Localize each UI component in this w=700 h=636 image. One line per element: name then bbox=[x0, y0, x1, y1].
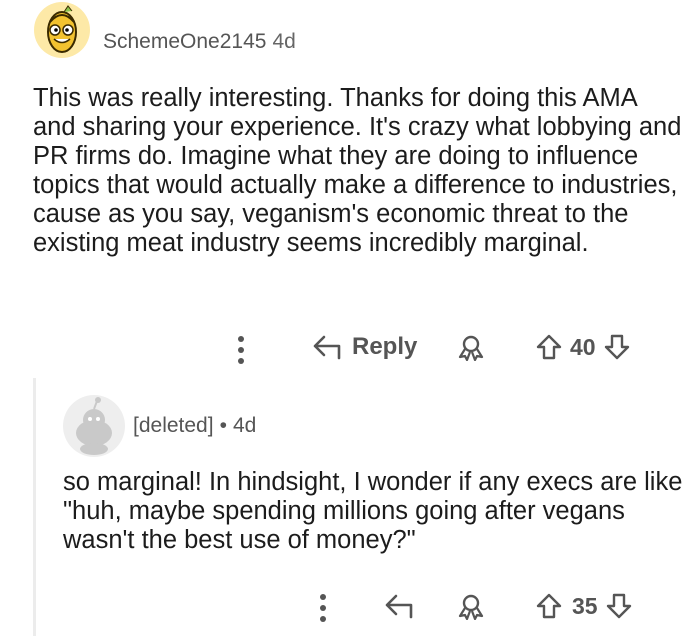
downvote-icon[interactable] bbox=[604, 592, 634, 620]
reply-label: Reply bbox=[352, 333, 418, 360]
vote-score: 40 bbox=[570, 333, 596, 360]
vote-controls: 35 bbox=[534, 592, 634, 620]
deleted-username: [deleted] bbox=[133, 414, 214, 437]
default-snoo-icon bbox=[76, 397, 112, 455]
reply-arrow-icon bbox=[313, 335, 341, 360]
upvote-icon[interactable] bbox=[534, 333, 564, 361]
more-options-icon bbox=[320, 594, 326, 622]
reply-arrow-icon bbox=[385, 594, 413, 619]
reply-button[interactable] bbox=[384, 593, 414, 624]
username-link[interactable]: SchemeOne2145 bbox=[103, 30, 266, 53]
snoo-avatar-icon bbox=[47, 5, 77, 53]
award-icon bbox=[458, 594, 484, 621]
award-icon bbox=[458, 335, 484, 362]
comment-meta: SchemeOne2145 4d bbox=[103, 30, 296, 54]
more-options-icon bbox=[238, 336, 244, 364]
award-button[interactable] bbox=[456, 592, 486, 625]
more-options-button[interactable] bbox=[318, 592, 328, 629]
reply-button[interactable]: Reply bbox=[312, 333, 417, 361]
more-options-button[interactable] bbox=[236, 334, 246, 371]
reply-meta: [deleted] • 4d bbox=[133, 414, 256, 438]
vote-controls: 40 bbox=[534, 333, 632, 361]
downvote-icon[interactable] bbox=[602, 333, 632, 361]
upvote-icon[interactable] bbox=[534, 592, 564, 620]
reply-body: so marginal! In hindsight, I wonder if a… bbox=[63, 468, 683, 554]
reply-age: 4d bbox=[232, 414, 257, 437]
award-button[interactable] bbox=[456, 333, 486, 366]
meta-separator: • bbox=[219, 414, 227, 437]
comment-age: 4d bbox=[272, 30, 296, 53]
deleted-user-avatar bbox=[63, 395, 125, 457]
vote-score: 35 bbox=[572, 592, 598, 619]
comment-body: This was really interesting. Thanks for … bbox=[33, 84, 682, 257]
thread-line[interactable] bbox=[33, 378, 36, 636]
user-avatar[interactable] bbox=[34, 2, 90, 58]
